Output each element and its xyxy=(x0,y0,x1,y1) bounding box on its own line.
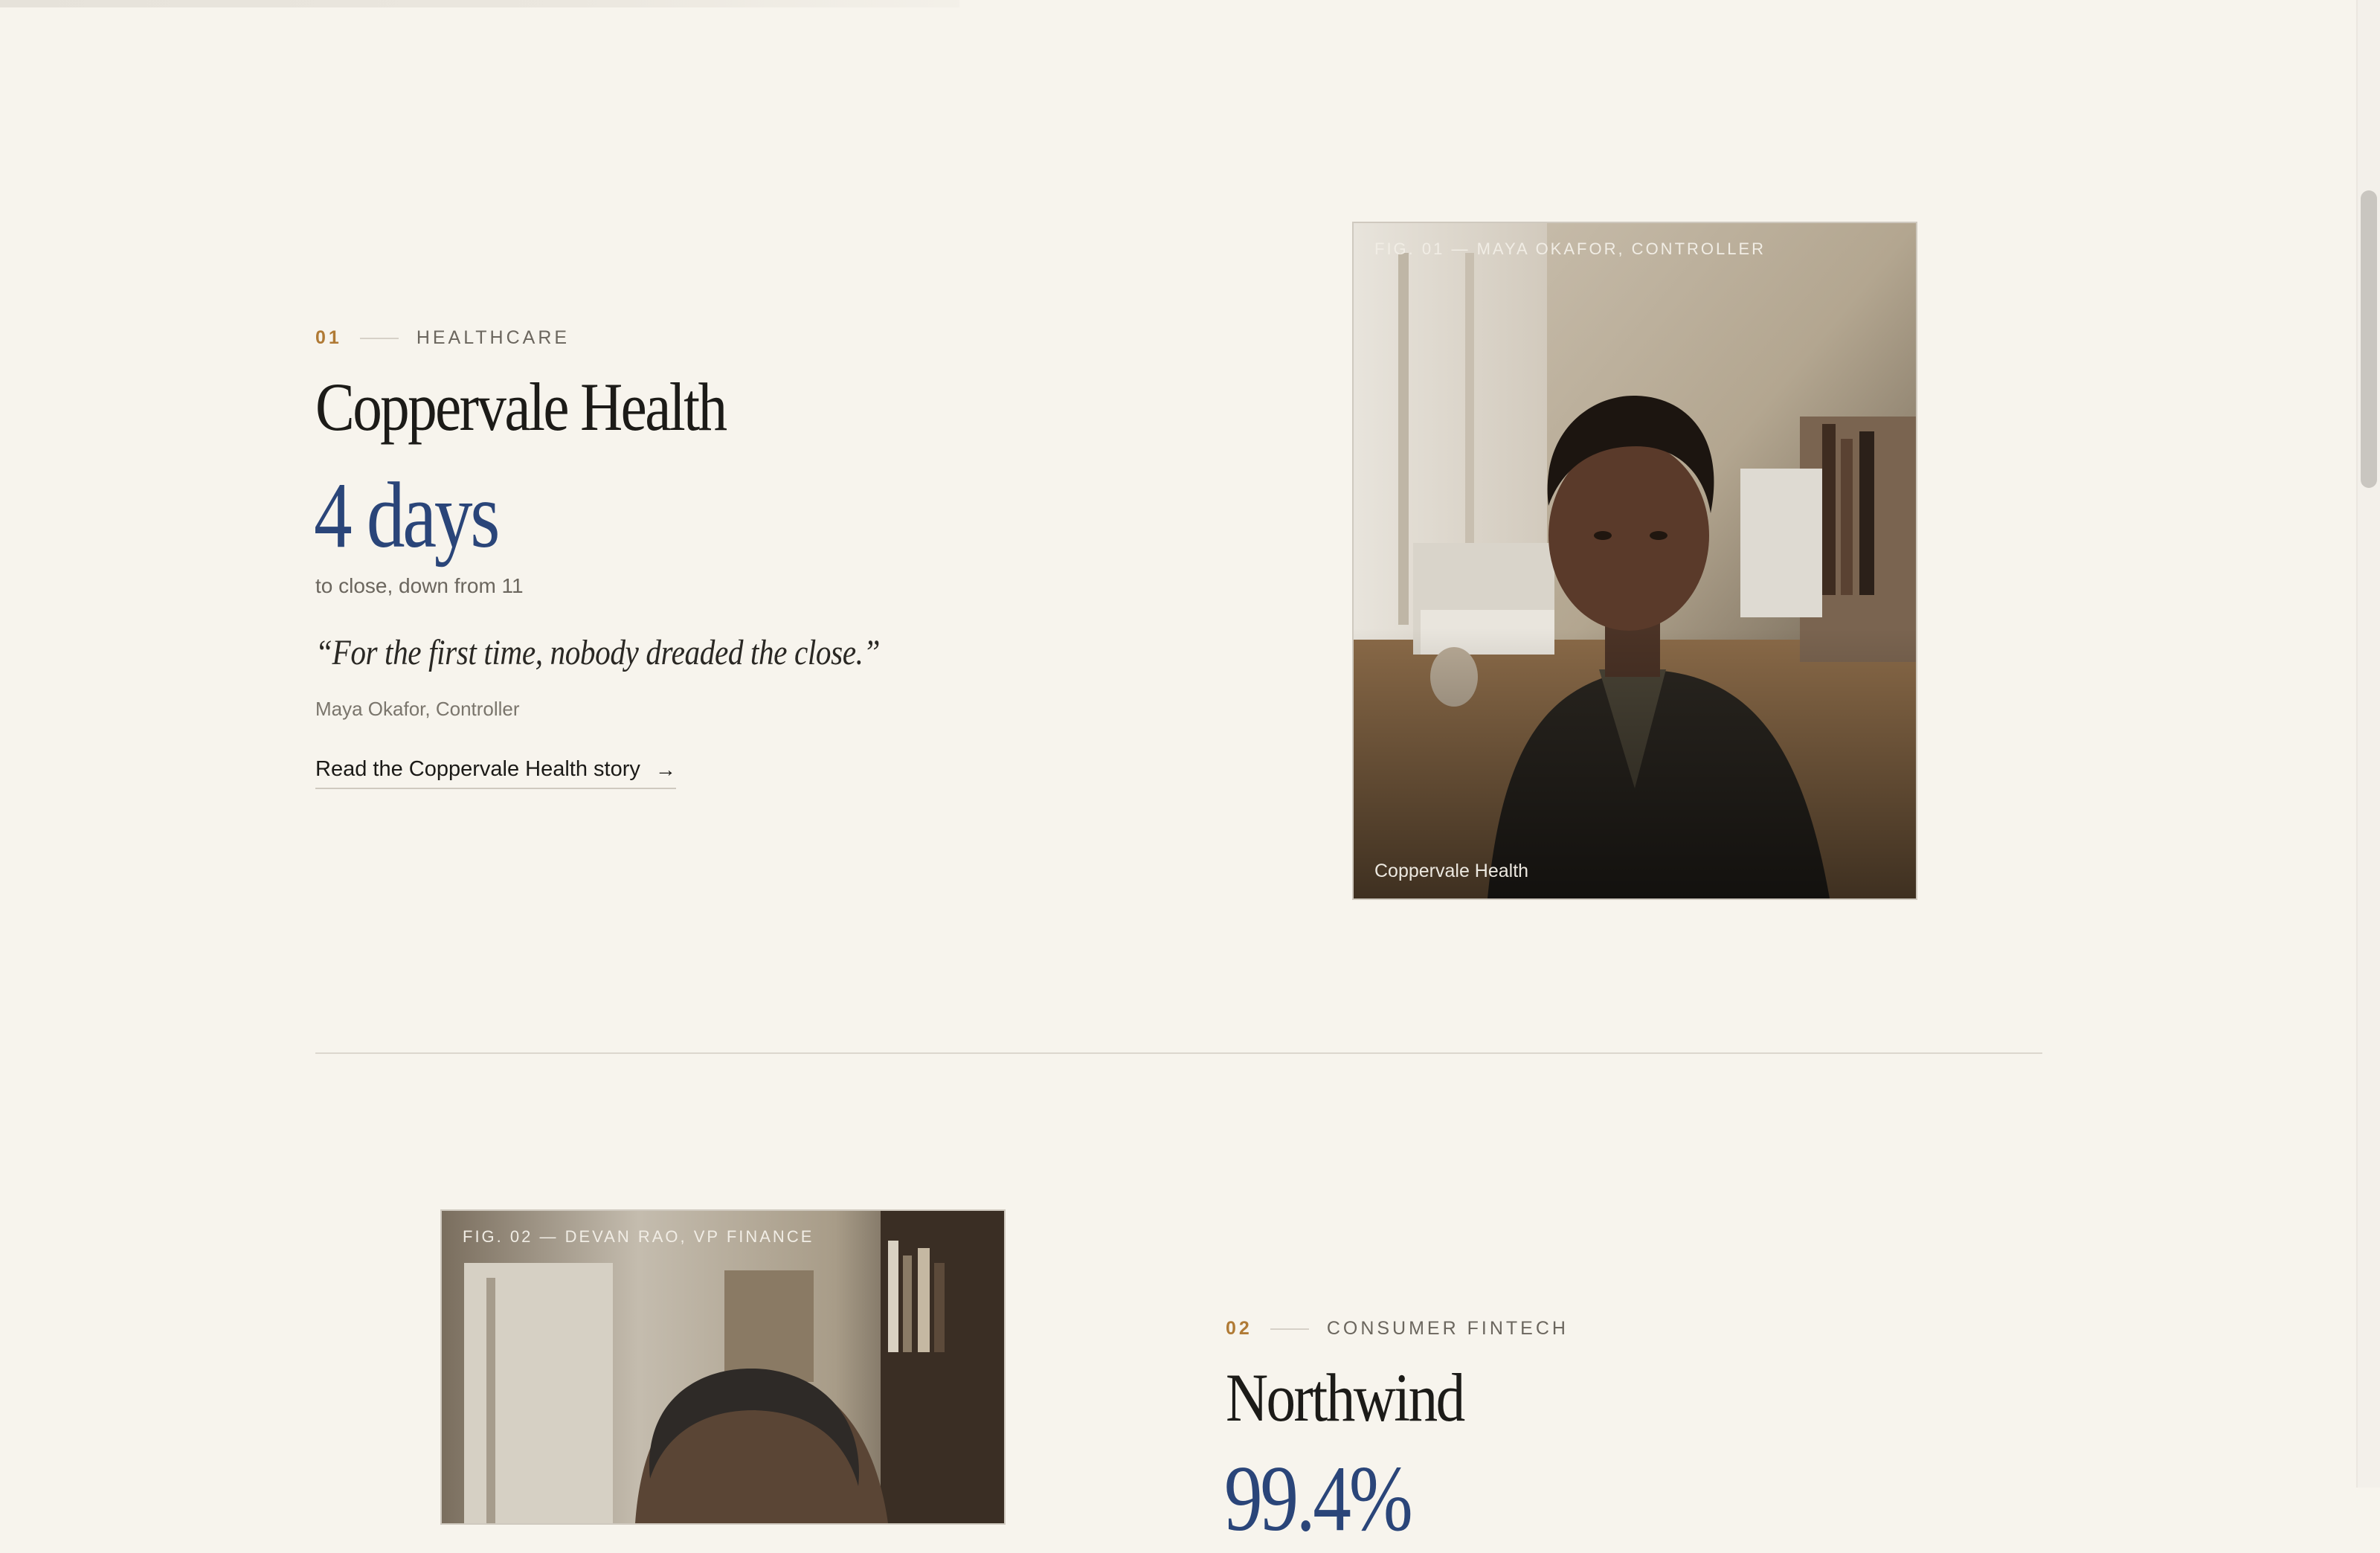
figure-caption: Coppervale Health xyxy=(1374,861,1529,881)
headline-metric: 99.4% xyxy=(1224,1447,1413,1551)
story-number: 02 xyxy=(1226,1318,1252,1339)
customer-portrait: FIG. 01 — MAYA OKAFOR, CONTROLLER Copper… xyxy=(1352,222,1917,900)
quote-attribution: Maya Okafor, Controller xyxy=(315,698,520,720)
story-category: CONSUMER FINTECH xyxy=(1326,1318,1569,1339)
portrait-photo-devan xyxy=(442,1211,1004,1523)
section-divider xyxy=(315,1052,2042,1054)
metric-description: to close, down from 11 xyxy=(315,574,524,597)
figure-label: FIG. 02 — DEVAN RAO, VP FINANCE xyxy=(463,1227,814,1246)
reading-progress-bar xyxy=(0,0,959,7)
read-story-link-label: Read the Coppervale Health story xyxy=(315,757,640,781)
portrait-photo-maya xyxy=(1354,223,1916,898)
eyebrow-rule xyxy=(359,337,399,339)
story-category: HEALTHCARE xyxy=(416,327,570,348)
read-story-link[interactable]: Read the Coppervale Health story → xyxy=(315,757,676,789)
company-name: Northwind xyxy=(1226,1360,1465,1435)
story-eyebrow: 02 CONSUMER FINTECH xyxy=(1226,1318,1569,1340)
headline-metric: 4 days xyxy=(314,464,500,567)
customer-quote: “For the first time, nobody dreaded the … xyxy=(315,633,881,672)
story-eyebrow: 01 HEALTHCARE xyxy=(315,327,570,349)
figure-label: FIG. 01 — MAYA OKAFOR, CONTROLLER xyxy=(1374,239,1766,258)
eyebrow-rule xyxy=(1270,1328,1309,1330)
scrollbar-thumb[interactable] xyxy=(2361,190,2377,488)
story-number: 01 xyxy=(315,327,342,348)
company-name: Coppervale Health xyxy=(315,369,727,445)
arrow-right-icon: → xyxy=(654,757,676,781)
customer-portrait: FIG. 02 — DEVAN RAO, VP FINANCE xyxy=(440,1209,1006,1525)
